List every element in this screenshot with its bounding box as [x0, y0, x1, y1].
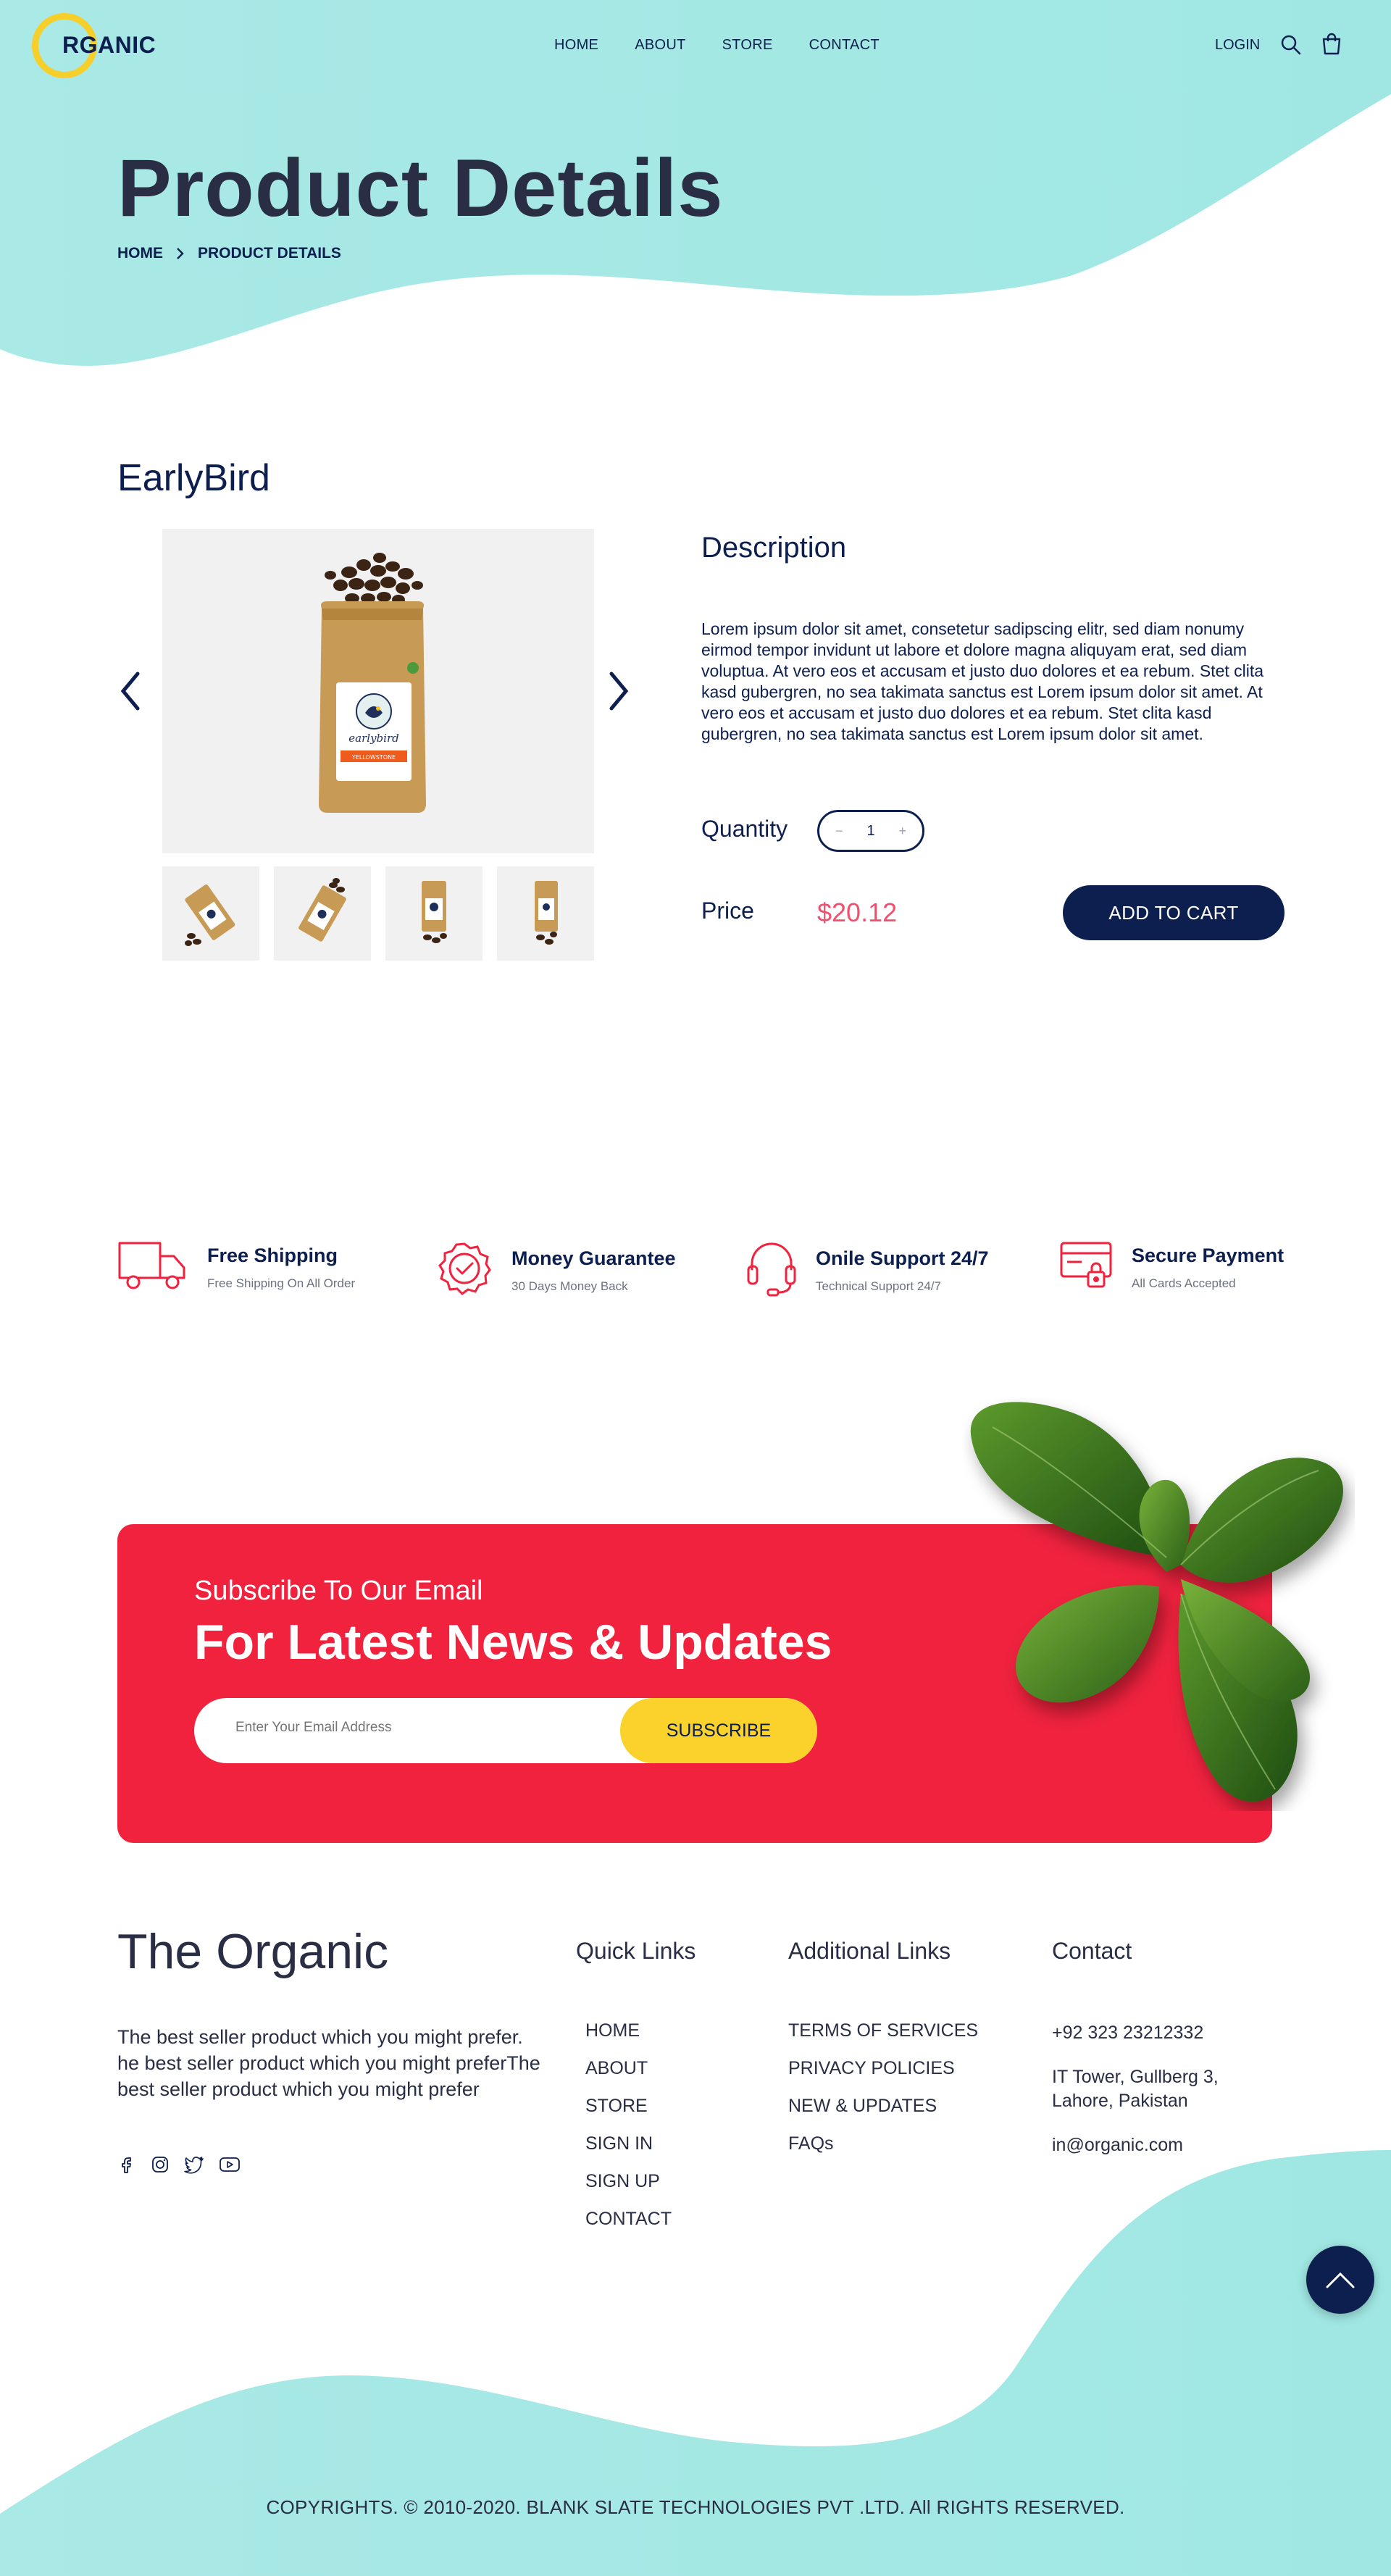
- decrement-button[interactable]: −: [835, 824, 843, 839]
- footer-brand: The Organic: [117, 1924, 389, 1979]
- product-name: EarlyBird: [117, 457, 270, 499]
- feature-subtitle: 30 Days Money Back: [511, 1279, 628, 1293]
- subscribe-heading: For Latest News & Updates: [194, 1615, 832, 1670]
- nav-store[interactable]: STORE: [722, 37, 773, 54]
- bag-icon[interactable]: [1320, 32, 1343, 55]
- increment-button[interactable]: +: [898, 824, 906, 839]
- copyright-text: COPYRIGHTS. © 2010-2020. BLANK SLATE TEC…: [266, 2496, 1125, 2518]
- product-thumbnail-3[interactable]: [385, 866, 483, 961]
- quick-links-list: HOME ABOUT STORE SIGN IN SIGN UP CONTACT: [585, 2021, 672, 2247]
- breadcrumb: HOME PRODUCT DETAILS: [117, 245, 341, 262]
- feature-title: Onile Support 24/7: [816, 1247, 989, 1269]
- footer-link-faqs[interactable]: FAQs: [788, 2134, 978, 2154]
- add-to-cart-button[interactable]: ADD TO CART: [1063, 885, 1285, 940]
- chevron-right-icon[interactable]: [606, 669, 632, 713]
- product-main-image: earlybird YELLOWSTONE: [162, 529, 594, 853]
- quick-links-title: Quick Links: [576, 1938, 696, 1964]
- footer-link-store[interactable]: STORE: [585, 2096, 672, 2116]
- price-value: $20.12: [817, 898, 898, 927]
- footer-description: The best seller product which you might …: [117, 2026, 540, 2100]
- contact-address: IT Tower, Gullberg 3, Lahore, Pakistan: [1052, 2067, 1219, 2111]
- nav-about[interactable]: ABOUT: [635, 37, 685, 54]
- feature-subtitle: Technical Support 24/7: [816, 1279, 941, 1293]
- twitter-icon[interactable]: [184, 2155, 204, 2174]
- feature-subtitle: Free Shipping On All Order: [207, 1276, 356, 1290]
- description-text: Lorem ipsum dolor sit amet, consetetur s…: [701, 619, 1264, 743]
- description-title: Description: [701, 532, 847, 564]
- nav-home[interactable]: HOME: [554, 37, 598, 54]
- product-thumbnail-4[interactable]: [497, 866, 594, 961]
- instagram-icon[interactable]: [151, 2155, 170, 2174]
- nav-contact[interactable]: CONTACT: [809, 37, 880, 54]
- login-link[interactable]: LOGIN: [1215, 37, 1260, 54]
- feature-title: Money Guarantee: [511, 1247, 676, 1269]
- headset-icon: [747, 1242, 796, 1297]
- footer-link-home[interactable]: HOME: [585, 2021, 672, 2041]
- footer-link-sign-up[interactable]: SIGN UP: [585, 2172, 672, 2191]
- additional-links-title: Additional Links: [788, 1938, 951, 1964]
- search-icon[interactable]: [1279, 33, 1303, 57]
- bag-band: YELLOWSTONE: [351, 754, 396, 761]
- chevron-right-icon: [177, 248, 184, 259]
- breadcrumb-current: PRODUCT DETAILS: [198, 245, 341, 262]
- feature-title: Secure Payment: [1132, 1245, 1285, 1266]
- footer-link-sign-in[interactable]: SIGN IN: [585, 2134, 672, 2154]
- facebook-icon[interactable]: [117, 2155, 136, 2174]
- footer-link-news[interactable]: NEW & UPDATES: [788, 2096, 978, 2116]
- card-lock-icon: [1060, 1242, 1112, 1288]
- scroll-to-top-button[interactable]: [1306, 2246, 1374, 2314]
- breadcrumb-home[interactable]: HOME: [117, 245, 163, 262]
- quantity-value[interactable]: 1: [866, 823, 874, 840]
- subscribe-kicker: Subscribe To Our Email: [194, 1576, 483, 1606]
- main-nav: HOME ABOUT STORE CONTACT: [554, 37, 880, 54]
- product-thumbnail-2[interactable]: [274, 866, 371, 961]
- footer-link-terms[interactable]: TERMS OF SERVICES: [788, 2021, 978, 2041]
- truck-icon: [118, 1242, 185, 1289]
- subscribe-button[interactable]: SUBSCRIBE: [620, 1698, 817, 1763]
- footer-link-contact[interactable]: CONTACT: [585, 2209, 672, 2229]
- additional-links-list: TERMS OF SERVICES PRIVACY POLICIES NEW &…: [788, 2021, 978, 2172]
- bag-label: earlybird: [348, 732, 398, 745]
- price-label: Price: [701, 898, 754, 924]
- badge-check-icon: [438, 1242, 491, 1295]
- chevron-left-icon[interactable]: [117, 669, 143, 713]
- feature-title: Free Shipping: [207, 1245, 338, 1266]
- quantity-stepper[interactable]: − 1 +: [817, 810, 924, 852]
- contact-email[interactable]: in@organic.com: [1052, 2133, 1269, 2157]
- social-links: [117, 2155, 241, 2174]
- youtube-icon[interactable]: [219, 2155, 241, 2174]
- page-title: Product Details: [117, 143, 724, 233]
- chevron-up-icon: [1326, 2272, 1355, 2288]
- contact-list: +92 323 23212332 IT Tower, Gullberg 3, L…: [1052, 2021, 1269, 2178]
- logo[interactable]: RGANIC: [62, 32, 156, 59]
- footer-link-privacy[interactable]: PRIVACY POLICIES: [788, 2059, 978, 2078]
- footer-link-about[interactable]: ABOUT: [585, 2059, 672, 2078]
- contact-title: Contact: [1052, 1938, 1132, 1964]
- quantity-label: Quantity: [701, 816, 788, 842]
- contact-phone[interactable]: +92 323 23212332: [1052, 2021, 1269, 2045]
- email-field[interactable]: [235, 1720, 598, 1736]
- feature-subtitle: All Cards Accepted: [1132, 1276, 1236, 1290]
- product-thumbnail-1[interactable]: [162, 866, 259, 961]
- basil-leaves-image: [970, 1402, 1343, 1802]
